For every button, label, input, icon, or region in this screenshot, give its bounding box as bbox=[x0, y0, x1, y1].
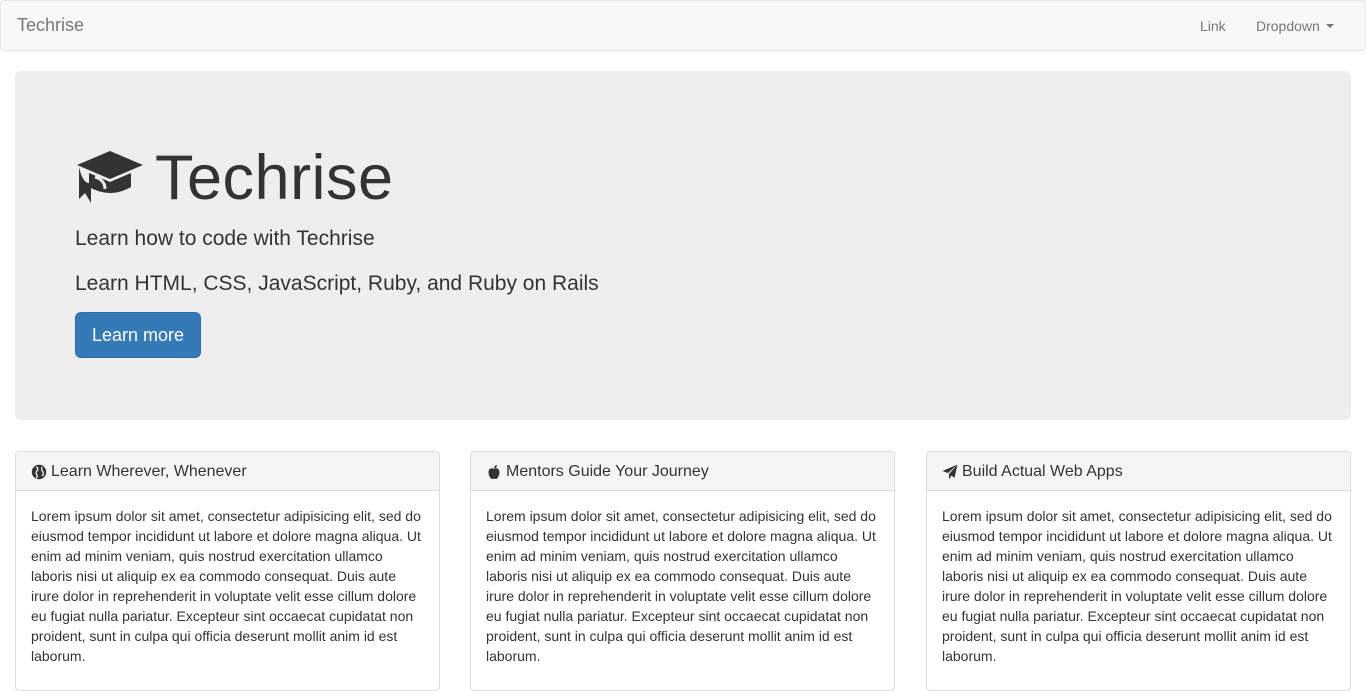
panel-heading: Mentors Guide Your Journey bbox=[471, 452, 894, 491]
panel-heading: Learn Wherever, Whenever bbox=[16, 452, 439, 491]
nav-link[interactable]: Link bbox=[1200, 16, 1226, 36]
hero-subtitle: Learn how to code with Techrise bbox=[75, 227, 375, 250]
feature-panel: Build Actual Web Apps Lorem ipsum dolor … bbox=[926, 451, 1351, 691]
panel-title: Learn Wherever, Whenever bbox=[51, 462, 247, 480]
nav-dropdown-label: Dropdown bbox=[1256, 18, 1320, 34]
caret-down-icon bbox=[1325, 24, 1334, 29]
panel-body: Lorem ipsum dolor sit amet, consectetur … bbox=[942, 508, 1332, 664]
apple-icon bbox=[488, 464, 500, 479]
feature-panel: Learn Wherever, Whenever Lorem ipsum dol… bbox=[15, 451, 440, 691]
nav-dropdown-toggle[interactable]: Dropdown bbox=[1256, 16, 1334, 36]
panel-heading: Build Actual Web Apps bbox=[927, 452, 1350, 491]
feature-panel: Mentors Guide Your Journey Lorem ipsum d… bbox=[470, 451, 895, 691]
graduation-cap-icon bbox=[77, 151, 143, 203]
hero-title: Techrise bbox=[75, 143, 394, 213]
globe-icon bbox=[31, 464, 47, 479]
learn-more-button[interactable]: Learn more bbox=[75, 312, 201, 358]
panel-body: Lorem ipsum dolor sit amet, consectetur … bbox=[31, 508, 421, 664]
hero-jumbotron: Techrise Learn how to code with Techrise… bbox=[15, 71, 1351, 420]
panel-title: Build Actual Web Apps bbox=[962, 462, 1123, 480]
navbar-brand[interactable]: Techrise bbox=[17, 15, 84, 35]
panel-title: Mentors Guide Your Journey bbox=[506, 462, 709, 480]
navbar: Techrise Link Dropdown bbox=[0, 0, 1366, 51]
hero-description: Learn HTML, CSS, JavaScript, Ruby, and R… bbox=[75, 272, 599, 295]
paper-plane-icon bbox=[942, 464, 958, 479]
panel-body: Lorem ipsum dolor sit amet, consectetur … bbox=[486, 508, 876, 664]
hero-title-text: Techrise bbox=[155, 143, 394, 213]
